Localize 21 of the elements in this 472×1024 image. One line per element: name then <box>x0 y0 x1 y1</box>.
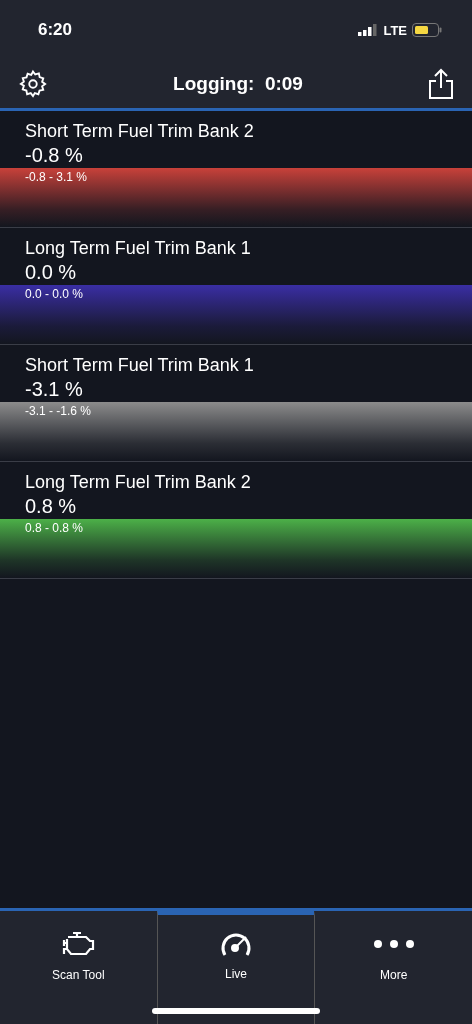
share-button[interactable] <box>428 68 454 100</box>
gauge-value: 0.0 % <box>24 260 78 285</box>
gauge-value: -0.8 % <box>24 143 84 168</box>
signal-icon <box>358 24 379 36</box>
logging-title: Logging: 0:09 <box>173 73 303 95</box>
gauge-name: Long Term Fuel Trim Bank 1 <box>24 237 252 259</box>
battery-icon <box>412 23 442 37</box>
gauge-name: Short Term Fuel Trim Bank 2 <box>24 120 255 142</box>
status-time: 6:20 <box>38 20 73 40</box>
gauge-range: -3.1 - -1.6 % <box>24 403 92 418</box>
gauge-value: 0.8 % <box>24 494 78 519</box>
gauge-range: 0.0 - 0.0 % <box>24 286 84 301</box>
more-icon <box>373 940 414 948</box>
gauge-name: Short Term Fuel Trim Bank 1 <box>24 354 255 376</box>
tab[interactable]: Live <box>156 910 315 1024</box>
settings-button[interactable] <box>18 69 48 99</box>
network-label: LTE <box>383 22 407 38</box>
gauge-value: -3.1 % <box>24 377 84 402</box>
gauge-range: -0.8 - 3.1 % <box>24 169 88 184</box>
gauge-name: Long Term Fuel Trim Bank 2 <box>24 471 252 493</box>
gauge-range: 0.8 - 0.8 % <box>24 520 84 535</box>
